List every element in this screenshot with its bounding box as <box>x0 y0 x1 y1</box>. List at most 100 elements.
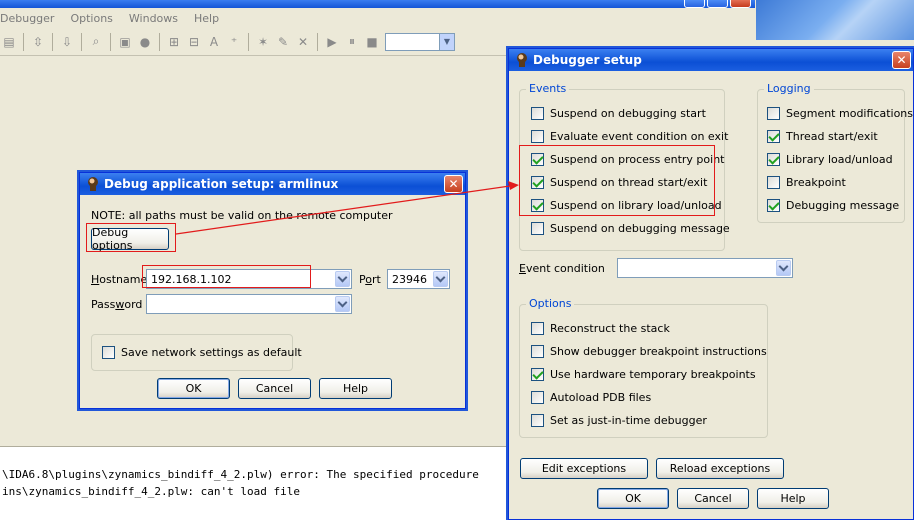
option-label: Set as just-in-time debugger <box>550 414 707 427</box>
logging-label: Breakpoint <box>786 176 846 189</box>
events-group-label: Events <box>526 82 570 95</box>
menubar: Debugger Options Windows Help <box>0 8 755 28</box>
save-settings-checkbox[interactable]: Save network settings as default <box>102 346 302 359</box>
minimize-button[interactable] <box>684 0 705 8</box>
option-checkbox-4[interactable]: Autoload PDB files <box>531 391 651 404</box>
logging-checkbox-3[interactable]: Library load/unload <box>767 153 893 166</box>
chevron-down-icon[interactable] <box>335 271 350 287</box>
chevron-down-icon[interactable] <box>433 271 448 287</box>
annotation-hostname <box>142 265 311 288</box>
chevron-down-icon[interactable] <box>335 296 350 312</box>
options-group-label: Options <box>526 297 575 310</box>
option-checkbox-3[interactable]: Use hardware temporary breakpoints <box>531 368 756 381</box>
output-window: \IDA6.8\plugins\zynamics_bindiff_4_2.plw… <box>0 446 507 520</box>
undefine-icon[interactable]: ✕ <box>294 33 312 51</box>
reload-exceptions-button[interactable]: Reload exceptions <box>656 458 784 479</box>
edit-icon[interactable]: ✎ <box>274 33 292 51</box>
event-checkbox-6[interactable]: Suspend on debugging message <box>531 222 730 235</box>
menu-options[interactable]: Options <box>62 12 120 25</box>
checkbox-box[interactable] <box>531 414 544 427</box>
down-arrow-icon[interactable]: ⇩ <box>58 33 76 51</box>
annotation-debug-options <box>86 223 176 252</box>
checkbox-box[interactable] <box>531 368 544 381</box>
binary-icon[interactable]: ▤ <box>0 33 18 51</box>
annotation-suspend-events <box>519 145 715 216</box>
dialog-title: Debugger setup <box>533 53 642 67</box>
checkbox-box[interactable] <box>767 199 780 212</box>
pause-icon[interactable]: ⏸ <box>343 33 361 51</box>
logging-checkbox-4[interactable]: Breakpoint <box>767 176 846 189</box>
ida-logo-icon <box>517 53 527 67</box>
main-window-titlebar <box>0 0 755 8</box>
chevron-down-icon[interactable] <box>776 260 791 276</box>
checkbox-box[interactable] <box>767 130 780 143</box>
logging-checkbox-2[interactable]: Thread start/exit <box>767 130 878 143</box>
port-value: 23946 <box>392 273 427 286</box>
option-checkbox-1[interactable]: Reconstruct the stack <box>531 322 670 335</box>
help-button[interactable]: Help <box>319 378 392 399</box>
circle-icon[interactable]: ● <box>136 33 154 51</box>
logging-label: Library load/unload <box>786 153 893 166</box>
menu-debugger[interactable]: Debugger <box>0 12 62 25</box>
debugger-selector[interactable]: ▼ <box>385 32 455 51</box>
maximize-button[interactable] <box>707 0 728 8</box>
ascii-icon[interactable]: A <box>205 33 223 51</box>
event-checkbox-2[interactable]: Evaluate event condition on exit <box>531 130 728 143</box>
logging-label: Debugging message <box>786 199 900 212</box>
cancel-button[interactable]: Cancel <box>238 378 311 399</box>
port-label: Port <box>359 273 381 286</box>
hostname-label: Hostname <box>91 273 148 286</box>
logging-checkbox-1[interactable]: Segment modifications <box>767 107 913 120</box>
close-button[interactable] <box>730 0 751 8</box>
password-field[interactable] <box>146 294 352 314</box>
option-label: Use hardware temporary breakpoints <box>550 368 756 381</box>
checkbox-box[interactable] <box>767 153 780 166</box>
star-icon[interactable]: ✶ <box>254 33 272 51</box>
play-icon[interactable]: ▶ <box>323 33 341 51</box>
code-icon[interactable]: ⊞ <box>165 33 183 51</box>
logging-label: Thread start/exit <box>786 130 878 143</box>
data-icon[interactable]: ⊟ <box>185 33 203 51</box>
option-label: Autoload PDB files <box>550 391 652 404</box>
debugger-setup-dialog: Debugger setup ✕ Events Logging Event co… <box>508 48 914 520</box>
jump-icon[interactable]: ⇳ <box>29 33 47 51</box>
close-icon[interactable]: ✕ <box>892 51 911 69</box>
logging-group-label: Logging <box>764 82 814 95</box>
save-settings-label: Save network settings as default <box>121 346 302 359</box>
event-checkbox-1[interactable]: Suspend on debugging start <box>531 107 706 120</box>
checkbox-box[interactable] <box>531 107 544 120</box>
debug-application-setup-dialog: Debug application setup: armlinux ✕ NOTE… <box>79 172 466 409</box>
option-checkbox-2[interactable]: Show debugger breakpoint instructions <box>531 345 767 358</box>
checkbox-box[interactable] <box>531 322 544 335</box>
desktop-background <box>756 0 914 40</box>
help-button[interactable]: Help <box>757 488 829 509</box>
event-label: Suspend on debugging start <box>550 107 706 120</box>
search-icon[interactable]: ⌕ <box>87 33 105 51</box>
struct-icon[interactable]: ⁺ <box>225 33 243 51</box>
dialog-titlebar: Debugger setup <box>509 49 913 71</box>
checkbox-box[interactable] <box>531 345 544 358</box>
checkbox-box[interactable] <box>102 346 115 359</box>
dialog-titlebar: Debug application setup: armlinux <box>80 173 465 195</box>
port-field[interactable]: 23946 <box>387 269 450 289</box>
checkbox-box[interactable] <box>767 176 780 189</box>
stop-icon[interactable]: ■ <box>363 33 381 51</box>
ok-button[interactable]: OK <box>597 488 669 509</box>
close-icon[interactable]: ✕ <box>444 175 463 193</box>
menu-windows[interactable]: Windows <box>121 12 186 25</box>
option-label: Reconstruct the stack <box>550 322 670 335</box>
option-checkbox-5[interactable]: Set as just-in-time debugger <box>531 414 707 427</box>
chart-icon[interactable]: ▣ <box>116 33 134 51</box>
note-text: NOTE: all paths must be valid on the rem… <box>91 209 393 222</box>
event-condition-field[interactable] <box>617 258 793 278</box>
menu-help[interactable]: Help <box>186 12 227 25</box>
logging-checkbox-5[interactable]: Debugging message <box>767 199 899 212</box>
output-line: ins\zynamics_bindiff_4_2.plw: can't load… <box>2 485 301 498</box>
checkbox-box[interactable] <box>767 107 780 120</box>
checkbox-box[interactable] <box>531 222 544 235</box>
ok-button[interactable]: OK <box>157 378 230 399</box>
edit-exceptions-button[interactable]: Edit exceptions <box>520 458 648 479</box>
checkbox-box[interactable] <box>531 130 544 143</box>
cancel-button[interactable]: Cancel <box>677 488 749 509</box>
checkbox-box[interactable] <box>531 391 544 404</box>
